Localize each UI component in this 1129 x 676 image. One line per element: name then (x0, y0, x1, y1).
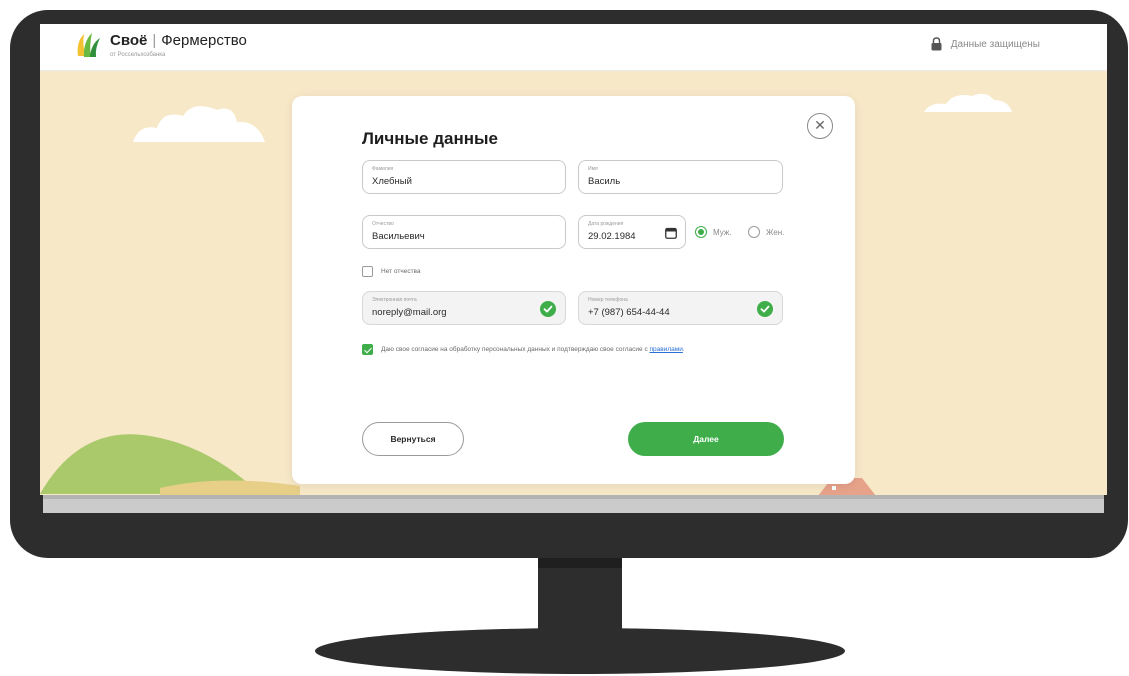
birthdate-value: 29.02.1984 (588, 231, 636, 242)
screen: Своё | Фермерство от Россельхозбанка Данны… (40, 24, 1107, 495)
brand-name: Своё (110, 32, 148, 49)
checkbox-unchecked-icon (362, 266, 373, 277)
close-button[interactable]: ✕ (807, 113, 833, 139)
name-value: Василь (588, 176, 621, 187)
surname-label: Фамилия (372, 166, 394, 172)
phone-label: Номер телефона (588, 297, 628, 303)
radio-unchecked-icon (748, 226, 760, 238)
next-button[interactable]: Далее (628, 422, 784, 456)
site-header: Своё | Фермерство от Россельхозбанка Данны… (40, 24, 1107, 71)
lock-icon (931, 37, 942, 51)
brand-product: Фермерство (161, 32, 247, 49)
no-patronymic-checkbox[interactable]: Нет отчества (362, 266, 421, 277)
gender-male-radio[interactable]: Муж. (695, 226, 731, 238)
patronymic-field[interactable]: Отчество Васильевич (362, 215, 566, 249)
cloud-left-illustration (133, 106, 265, 142)
gender-male-label: Муж. (713, 227, 732, 237)
close-icon: ✕ (814, 118, 826, 134)
phone-value: +7 (987) 654-44-44 (588, 307, 670, 318)
surname-field[interactable]: Фамилия Хлебный (362, 160, 566, 194)
radio-checked-icon (695, 226, 707, 238)
name-field[interactable]: Имя Василь (578, 160, 783, 194)
cloud-right-illustration (924, 93, 1012, 112)
email-field[interactable]: Электронная почта noreply@mail.org (362, 291, 566, 325)
checkbox-checked-icon (362, 344, 373, 355)
personal-data-modal: Личные данные ✕ Фамилия Хлебный Имя Васи… (292, 96, 855, 484)
brand-separator: | (152, 32, 157, 49)
verified-check-icon (757, 301, 773, 317)
monitor-chin-shadow (43, 495, 1104, 499)
no-patronymic-label: Нет отчества (381, 268, 421, 275)
monitor-neck-shade (538, 558, 622, 568)
surname-value: Хлебный (372, 176, 412, 187)
stage: Своё | Фермерство от Россельхозбанка Данны… (0, 0, 1129, 676)
secure-text: Данные защищены (950, 38, 1040, 50)
gender-female-radio[interactable]: Жен. (748, 226, 784, 238)
modal-title: Личные данные (362, 129, 498, 148)
data-secure-notice: Данные защищены (931, 37, 1040, 51)
consent-label: Даю свое согласие на обработку персональ… (381, 346, 650, 353)
patronymic-label: Отчество (372, 221, 394, 227)
calendar-icon[interactable] (665, 227, 677, 239)
rules-link[interactable]: правилами (650, 346, 683, 353)
email-value: noreply@mail.org (372, 307, 447, 318)
birthdate-field[interactable]: Дата рождения 29.02.1984 (578, 215, 686, 249)
consent-end: . (682, 346, 685, 353)
monitor-stand (315, 628, 845, 674)
phone-field[interactable]: Номер телефона +7 (987) 654-44-44 (578, 291, 783, 325)
consent-checkbox[interactable]: Даю свое согласие на обработку персональ… (362, 344, 685, 355)
brand-title[interactable]: Своё | Фермерство (110, 32, 247, 49)
patronymic-value: Васильевич (372, 231, 425, 242)
brand-subtitle: от Россельхозбанка (110, 52, 166, 58)
name-label: Имя (588, 166, 598, 172)
consent-text: Даю свое согласие на обработку персональ… (381, 346, 685, 353)
email-label: Электронная почта (372, 297, 417, 303)
verified-check-icon (540, 301, 556, 317)
back-button[interactable]: Вернуться (362, 422, 464, 456)
wheat-logo-icon (77, 33, 100, 57)
gender-female-label: Жен. (766, 227, 785, 237)
birthdate-label: Дата рождения (588, 221, 624, 227)
